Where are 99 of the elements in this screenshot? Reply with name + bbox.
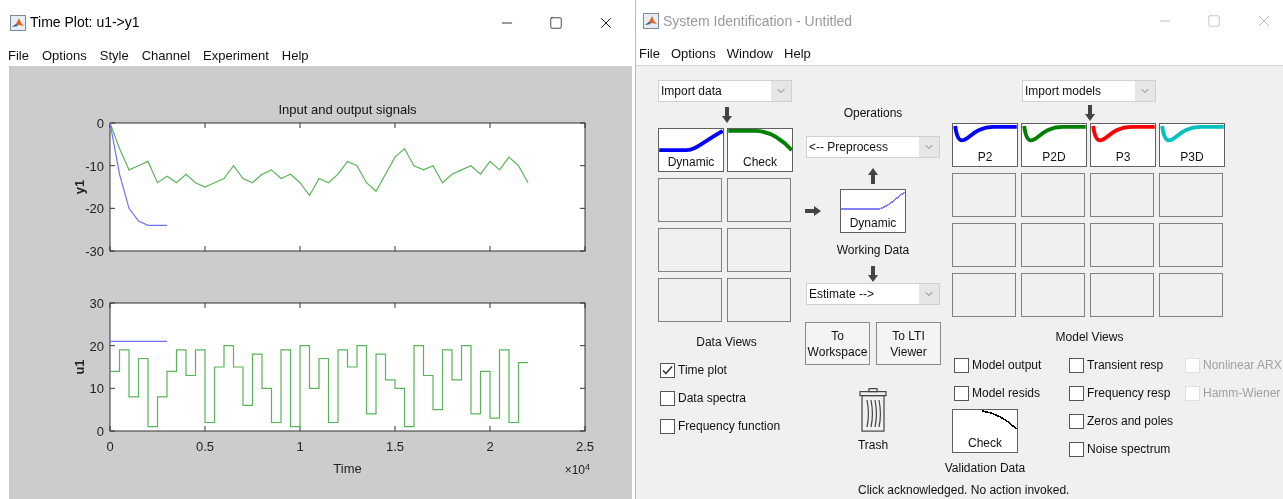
empty-board-slot[interactable] (727, 228, 791, 272)
model-board[interactable]: P2 (952, 123, 1018, 167)
window-title: Time Plot: u1->y1 (30, 13, 140, 32)
menu-item[interactable]: Help (784, 43, 811, 64)
empty-board-slot[interactable] (727, 278, 791, 322)
checkbox[interactable] (660, 418, 675, 434)
empty-board-slot[interactable] (1159, 173, 1223, 217)
board-caption: Working Data (836, 242, 910, 259)
axis-label: u1 (72, 359, 87, 375)
tick-label: -10 (85, 158, 104, 174)
tick-label: 0 (96, 116, 104, 131)
down-arrow-icon (721, 107, 733, 123)
checkbox[interactable] (1069, 413, 1084, 429)
checkbox-label: Model output (972, 357, 1042, 374)
empty-board-slot[interactable] (952, 223, 1016, 267)
menu-item[interactable]: File (8, 45, 29, 66)
tick-label: 10 (89, 381, 104, 397)
empty-board-slot[interactable] (1159, 223, 1223, 267)
checkbox-label: Frequency resp (1087, 385, 1171, 402)
checkbox-label: Data spectra (678, 390, 747, 407)
menu-item[interactable]: Window (726, 43, 773, 64)
empty-board-slot[interactable] (1090, 173, 1154, 217)
tick-label: 2.5 (575, 439, 595, 454)
section-title: Data Views (695, 334, 758, 351)
tick-label: 2 (486, 439, 494, 454)
tick-label: 30 (89, 296, 104, 311)
menu-item[interactable]: Options (670, 43, 716, 64)
dropdown[interactable]: Import models (1022, 80, 1156, 102)
data-board[interactable]: Check (727, 128, 793, 172)
menu-item[interactable]: Channel (141, 45, 191, 66)
checkbox-label: Frequency function (678, 418, 781, 435)
chart-title: Input and output signals (278, 102, 417, 117)
axis-exponent: ×10$^{4}$ (564, 463, 590, 477)
empty-board-slot[interactable] (658, 228, 722, 272)
checkbox[interactable] (954, 385, 969, 401)
menu-item[interactable]: File (639, 43, 660, 64)
window-title: System Identification - Untitled (663, 11, 853, 31)
dropdown[interactable]: Estimate --> (806, 283, 940, 305)
axis-label: Time (333, 461, 362, 475)
maximize-icon[interactable] (549, 15, 563, 30)
empty-board-slot[interactable] (1021, 223, 1085, 267)
app-logo-icon (10, 14, 26, 31)
empty-board-slot[interactable] (1021, 173, 1085, 217)
working-data-board[interactable]: Dynamic (840, 189, 906, 233)
validation-data-board[interactable]: Check (952, 409, 1018, 453)
empty-board-slot[interactable] (1090, 223, 1154, 267)
menu-item[interactable]: Help (281, 45, 309, 66)
model-board[interactable]: P3D (1159, 123, 1225, 167)
down-arrow-icon (867, 266, 879, 282)
up-arrow-icon (867, 168, 879, 184)
tick-label: 1 (296, 439, 304, 454)
tick-label: 1.5 (385, 439, 405, 454)
section-title: Model Views (1055, 329, 1124, 346)
status-message: Click acknowledged. No action invoked. (858, 483, 1070, 497)
checkbox[interactable] (1069, 357, 1084, 373)
right-arrow-icon (805, 205, 821, 217)
checkbox[interactable] (660, 390, 675, 406)
checkbox-label: Time plot (678, 362, 727, 379)
action-button[interactable]: To LTI Viewer (876, 322, 941, 365)
tick-label: 0 (106, 439, 114, 454)
empty-board-slot[interactable] (658, 278, 722, 322)
menu-item[interactable]: Experiment (203, 45, 269, 66)
axis-label: y1 (72, 179, 87, 195)
checkbox-label: Model resids (972, 385, 1041, 402)
dropdown[interactable]: <-- Preprocess (806, 136, 940, 158)
tick-label: -20 (85, 201, 104, 217)
empty-board-slot[interactable] (727, 178, 791, 222)
tick-label: 0 (96, 424, 104, 439)
checkbox-label: Nonlinear ARX (1203, 357, 1282, 374)
checkbox[interactable] (954, 357, 969, 373)
trash-label: Trash (857, 437, 889, 454)
checkbox-label: Zeros and poles (1087, 413, 1174, 430)
board-caption: Validation Data (944, 460, 1026, 477)
checkbox[interactable] (660, 362, 675, 378)
menu-item[interactable]: Options (41, 45, 87, 66)
checkbox[interactable] (1069, 441, 1084, 457)
empty-board-slot[interactable] (952, 173, 1016, 217)
model-board[interactable]: P3 (1090, 123, 1156, 167)
section-title: Operations (843, 105, 903, 122)
trash-icon[interactable] (859, 388, 887, 432)
menu-item[interactable]: Style (99, 45, 129, 66)
tick-label: 20 (89, 338, 104, 354)
tick-label: 0.5 (195, 439, 215, 454)
empty-board-slot[interactable] (658, 178, 722, 222)
empty-board-slot[interactable] (1021, 273, 1085, 317)
data-board[interactable]: Dynamic (658, 128, 724, 172)
down-arrow-icon (1084, 104, 1096, 121)
checkbox-label: Noise spectrum (1087, 441, 1171, 458)
empty-board-slot[interactable] (1090, 273, 1154, 317)
checkbox-label: Transient resp (1087, 357, 1164, 374)
checkbox[interactable] (1069, 385, 1084, 401)
app-logo-icon (643, 13, 659, 29)
model-board[interactable]: P2D (1021, 123, 1087, 167)
checkbox-label: Hamm-Wiener (1203, 385, 1281, 402)
action-button[interactable]: To Workspace (805, 322, 870, 365)
tick-label: -30 (85, 244, 104, 259)
empty-board-slot[interactable] (952, 273, 1016, 317)
empty-board-slot[interactable] (1159, 273, 1223, 317)
dropdown[interactable]: Import data (658, 80, 792, 102)
